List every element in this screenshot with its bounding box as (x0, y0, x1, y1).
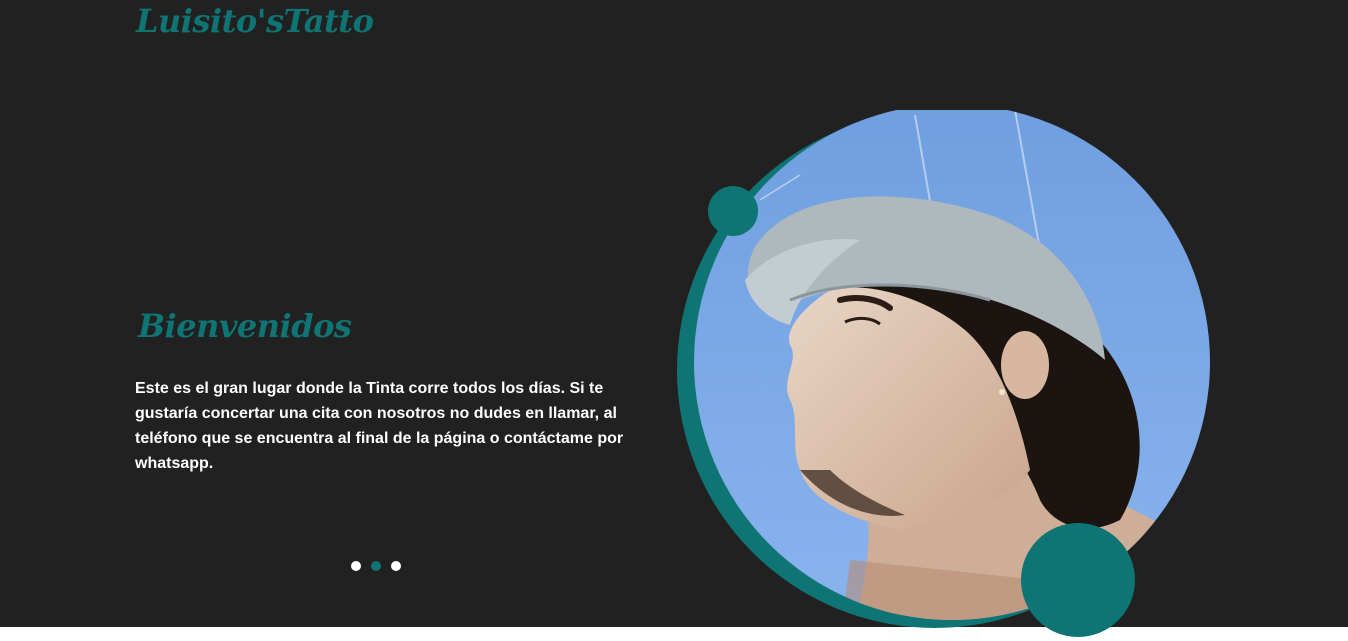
accent-dot-large (1021, 523, 1135, 637)
brand-logo[interactable]: Luisito'sTatto (136, 0, 374, 42)
carousel-dot-1[interactable] (351, 561, 361, 571)
carousel-dot-3[interactable] (391, 561, 401, 571)
hero-heading: Bienvenidos (138, 307, 352, 345)
accent-dot-small (708, 186, 758, 236)
carousel-dots (351, 561, 401, 571)
hero-section: Luisito'sTatto Bienvenidos Este es el gr… (0, 0, 1348, 637)
carousel-dot-2[interactable] (371, 561, 381, 571)
hero-text: Este es el gran lugar donde la Tinta cor… (135, 380, 624, 472)
hero-portrait (677, 110, 1210, 637)
